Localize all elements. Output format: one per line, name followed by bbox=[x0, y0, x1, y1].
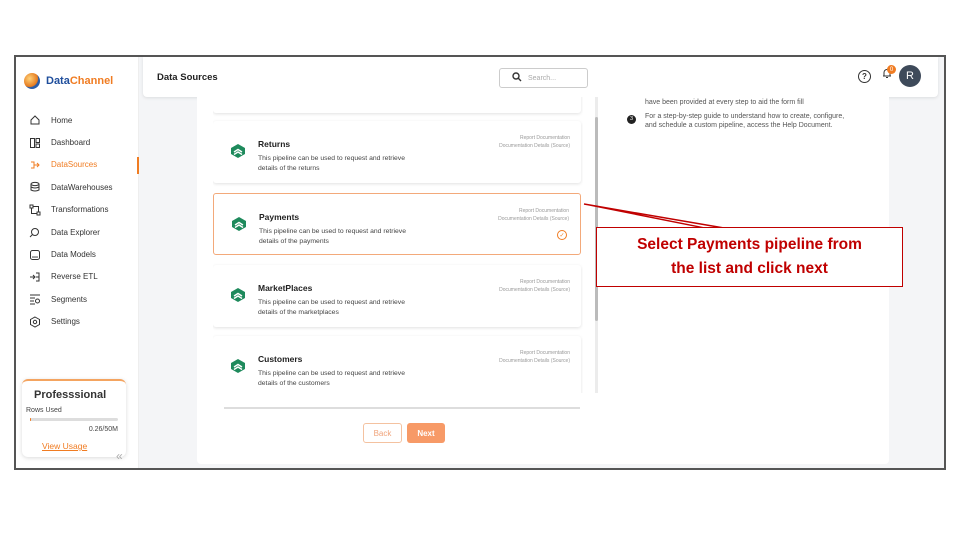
sidebar-item-data-models[interactable]: Data Models bbox=[16, 243, 139, 265]
sidebar-item-label: Home bbox=[51, 115, 73, 125]
documentation-details-link[interactable]: Documentation Details (Source) bbox=[498, 216, 569, 222]
callout-line-1: Select Payments pipeline from bbox=[637, 236, 862, 253]
sidebar-item-label: Dashboard bbox=[51, 138, 91, 148]
pipeline-name: Customers bbox=[258, 354, 303, 364]
pipeline-card-returns[interactable]: Returns This pipeline can be used to req… bbox=[213, 121, 581, 183]
sidebar-item-label: Segments bbox=[51, 294, 88, 304]
notification-bell-icon[interactable]: 0 bbox=[881, 65, 896, 82]
report-documentation-link[interactable]: Report Documentation bbox=[520, 279, 570, 285]
sidebar-item-label: Transformations bbox=[51, 205, 109, 215]
search-placeholder: Search... bbox=[528, 74, 557, 82]
pipeline-name: Payments bbox=[259, 212, 300, 222]
selected-check-icon: ✓ bbox=[557, 230, 567, 240]
settings-icon bbox=[29, 316, 41, 328]
sidebar-item-dashboard[interactable]: Dashboard bbox=[16, 131, 139, 153]
pipeline-name: MarketPlaces bbox=[258, 283, 313, 293]
pipeline-name: Returns bbox=[258, 139, 291, 149]
collapse-sidebar-icon[interactable]: « bbox=[116, 449, 123, 463]
sidebar-item-label: DataWarehouses bbox=[51, 182, 113, 192]
brand-name-part1: Data bbox=[46, 75, 70, 87]
top-bar: Data Sources Search... ? 0 R bbox=[143, 57, 938, 97]
pipeline-logo-icon bbox=[231, 359, 245, 373]
sidebar-item-home[interactable]: Home bbox=[16, 109, 139, 131]
pipeline-description: This pipeline can be used to request and… bbox=[259, 228, 406, 245]
pipeline-card-payments[interactable]: Payments This pipeline can be used to re… bbox=[213, 193, 581, 255]
documentation-details-link[interactable]: Documentation Details (Source) bbox=[499, 287, 570, 293]
plan-title: Professsional bbox=[34, 389, 107, 401]
pipeline-card-previous[interactable] bbox=[213, 97, 581, 113]
sidebar: DataChannel Home Dashboard DataSources D… bbox=[16, 57, 139, 468]
segments-icon bbox=[29, 293, 41, 305]
pipeline-card-customers[interactable]: Customers This pipeline can be used to r… bbox=[213, 336, 581, 393]
datasources-icon bbox=[29, 159, 41, 171]
explorer-icon bbox=[29, 226, 41, 238]
sidebar-item-datasources[interactable]: DataSources bbox=[16, 154, 139, 176]
notification-badge: 0 bbox=[887, 65, 896, 74]
dashboard-icon bbox=[29, 137, 41, 149]
sidebar-item-label: Reverse ETL bbox=[51, 272, 98, 282]
sidebar-nav: Home Dashboard DataSources DataWarehouse… bbox=[16, 109, 139, 333]
pipeline-logo-icon bbox=[231, 144, 245, 158]
home-icon bbox=[29, 114, 41, 126]
divider bbox=[224, 407, 580, 409]
brand-name: DataChannel bbox=[46, 75, 113, 87]
brand-name-part2: Channel bbox=[69, 75, 114, 87]
info-line: have been provided at every step to aid … bbox=[645, 99, 804, 106]
pipeline-description: This pipeline can be used to request and… bbox=[258, 299, 405, 316]
sidebar-item-reverse-etl[interactable]: Reverse ETL bbox=[16, 266, 139, 288]
search-icon bbox=[512, 69, 522, 87]
usage-progress-bar bbox=[30, 418, 118, 421]
sidebar-item-transformations[interactable]: Transformations bbox=[16, 199, 139, 221]
view-usage-link[interactable]: View Usage bbox=[42, 441, 87, 451]
report-documentation-link[interactable]: Report Documentation bbox=[520, 350, 570, 356]
next-button[interactable]: Next bbox=[407, 423, 445, 443]
annotation-callout: Select Payments pipeline from the list a… bbox=[596, 227, 903, 287]
pipeline-logo-icon bbox=[232, 217, 246, 231]
sidebar-item-settings[interactable]: Settings bbox=[16, 311, 139, 333]
pipeline-list: Returns This pipeline can be used to req… bbox=[213, 97, 583, 393]
documentation-details-link[interactable]: Documentation Details (Source) bbox=[499, 143, 570, 149]
pipeline-description: This pipeline can be used to request and… bbox=[258, 370, 405, 387]
scrollbar-thumb[interactable] bbox=[595, 117, 598, 321]
plan-usage-card: Professsional Rows Used 0.26/50M View Us… bbox=[22, 379, 126, 457]
reverse-etl-icon bbox=[29, 271, 41, 283]
rows-used-label: Rows Used bbox=[26, 407, 62, 414]
brand[interactable]: DataChannel bbox=[24, 73, 113, 89]
database-icon bbox=[29, 181, 41, 193]
report-documentation-link[interactable]: Report Documentation bbox=[520, 135, 570, 141]
sidebar-item-label: DataSources bbox=[51, 160, 98, 170]
sidebar-item-segments[interactable]: Segments bbox=[16, 288, 139, 310]
back-button[interactable]: Back bbox=[363, 423, 402, 443]
sidebar-item-label: Data Explorer bbox=[51, 227, 100, 237]
datachannel-logo-icon bbox=[24, 73, 40, 89]
sidebar-item-label: Settings bbox=[51, 317, 80, 327]
model-icon bbox=[29, 249, 41, 261]
callout-line-2: the list and click next bbox=[671, 260, 828, 277]
sidebar-item-datawarehouses[interactable]: DataWarehouses bbox=[16, 176, 139, 198]
page-title: Data Sources bbox=[157, 72, 218, 83]
report-documentation-link[interactable]: Report Documentation bbox=[519, 208, 569, 214]
documentation-details-link[interactable]: Documentation Details (Source) bbox=[499, 358, 570, 364]
transform-icon bbox=[29, 204, 41, 216]
sidebar-item-data-explorer[interactable]: Data Explorer bbox=[16, 221, 139, 243]
usage-value: 0.26/50M bbox=[88, 426, 118, 433]
search-input[interactable]: Search... bbox=[499, 68, 588, 88]
avatar[interactable]: R bbox=[899, 65, 921, 87]
info-step-text: For a step-by-step guide to understand h… bbox=[645, 113, 845, 129]
step-number-badge: 3 bbox=[627, 115, 636, 124]
pipeline-description: This pipeline can be used to request and… bbox=[258, 155, 405, 172]
pipeline-card-marketplaces[interactable]: MarketPlaces This pipeline can be used t… bbox=[213, 265, 581, 327]
sidebar-item-label: Data Models bbox=[51, 250, 96, 260]
help-icon[interactable]: ? bbox=[858, 70, 871, 83]
pipeline-logo-icon bbox=[231, 288, 245, 302]
